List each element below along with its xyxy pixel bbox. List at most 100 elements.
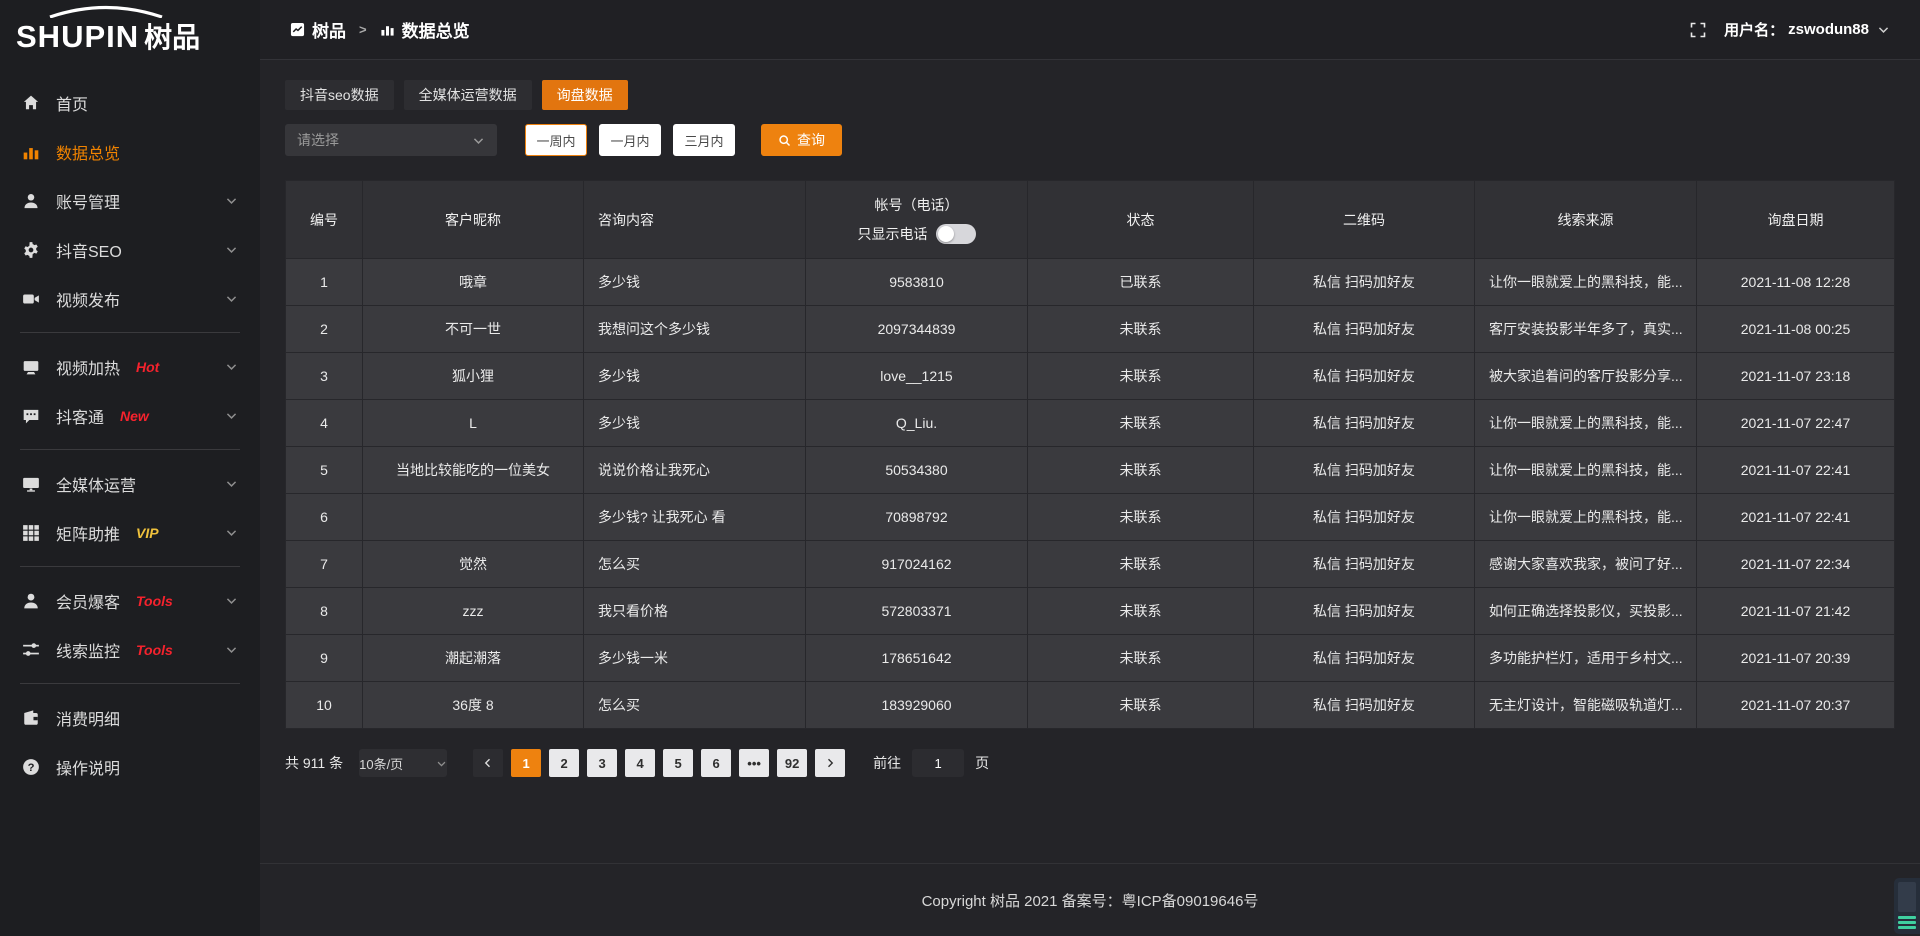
cell-source-link[interactable]: 让你一眼就爱上的黑科技，能...: [1475, 259, 1697, 306]
goto-page-input[interactable]: 1: [912, 749, 964, 777]
cell-qrcode-link[interactable]: 私信 扫码加好友: [1254, 400, 1475, 447]
sidebar-item-operation-guide[interactable]: ?操作说明: [0, 742, 260, 791]
cell-date: 2021-11-07 20:39: [1697, 635, 1895, 682]
page-button-4[interactable]: 4: [625, 749, 655, 777]
sidebar-item-matrix-boost[interactable]: 矩阵助推VIP: [0, 508, 260, 557]
fullscreen-icon[interactable]: [1690, 22, 1706, 38]
chart-square-icon: [290, 22, 305, 37]
sidebar-item-home[interactable]: 首页: [0, 78, 260, 127]
table-row: 1哦章多少钱9583810已联系私信 扫码加好友让你一眼就爱上的黑科技，能...…: [286, 259, 1895, 306]
range-button-0[interactable]: 一周内: [525, 124, 587, 156]
sidebar-item-label: 账号管理: [56, 189, 120, 213]
breadcrumb-separator: >: [359, 22, 367, 37]
topbar-right: 用户名：zswodun88: [1690, 19, 1890, 40]
sidebar-item-label: 首页: [56, 91, 88, 115]
content: 抖音seo数据全媒体运营数据询盘数据 请选择 一周内一月内三月内 查询 编号客户…: [260, 60, 1920, 863]
cell-qrcode-link[interactable]: 私信 扫码加好友: [1254, 541, 1475, 588]
sidebar-item-douketong[interactable]: 抖客通New: [0, 391, 260, 440]
cell-date: 2021-11-07 23:18: [1697, 353, 1895, 400]
chevron-down-icon: [225, 477, 238, 490]
tab-omni-media-data[interactable]: 全媒体运营数据: [404, 80, 532, 110]
cell-source-link[interactable]: 让你一眼就爱上的黑科技，能...: [1475, 400, 1697, 447]
cell-id: 6: [286, 494, 363, 541]
cell-source-link[interactable]: 让你一眼就爱上的黑科技，能...: [1475, 494, 1697, 541]
prev-page-button[interactable]: [473, 749, 503, 777]
sidebar-divider: [20, 683, 240, 684]
cell-source-link[interactable]: 感谢大家喜欢我家，被问了好...: [1475, 541, 1697, 588]
breadcrumb-item-home[interactable]: 树品: [312, 17, 346, 42]
goto-page-suffix: 页: [975, 753, 989, 773]
cell-nickname: 36度 8: [363, 682, 584, 729]
cell-source-link[interactable]: 让你一眼就爱上的黑科技，能...: [1475, 447, 1697, 494]
page-button-6[interactable]: 6: [701, 749, 731, 777]
copyright-text: Copyright 树品 2021 备案号：粤ICP备09019646号: [922, 890, 1259, 911]
chevron-left-icon: [482, 757, 494, 769]
question-icon: ?: [22, 758, 40, 776]
cell-source-link[interactable]: 客厅安装投影半年多了，真实...: [1475, 306, 1697, 353]
cell-date: 2021-11-07 20:37: [1697, 682, 1895, 729]
sidebar-item-badge: VIP: [136, 525, 159, 541]
cell-source-link[interactable]: 如何正确选择投影仪，买投影...: [1475, 588, 1697, 635]
cell-source-link[interactable]: 无主灯设计，智能磁吸轨道灯...: [1475, 682, 1697, 729]
cell-qrcode-link[interactable]: 私信 扫码加好友: [1254, 353, 1475, 400]
column-header-4: 状态: [1028, 181, 1254, 259]
sidebar-item-label: 线索监控: [56, 638, 120, 662]
cell-qrcode-link[interactable]: 私信 扫码加好友: [1254, 494, 1475, 541]
filter-bar: 请选择 一周内一月内三月内 查询: [285, 124, 1895, 156]
sidebar-item-video-publish[interactable]: 视频发布: [0, 274, 260, 323]
page-button-2[interactable]: 2: [549, 749, 579, 777]
monitor-icon: [22, 475, 40, 493]
page-button-92[interactable]: 92: [777, 749, 807, 777]
user-menu[interactable]: 用户名：zswodun88: [1724, 19, 1890, 40]
chevron-down-icon: [225, 194, 238, 207]
grid-icon: [22, 524, 40, 542]
page-button-1[interactable]: 1: [511, 749, 541, 777]
sidebar-item-account-management[interactable]: 账号管理: [0, 176, 260, 225]
cell-source-link[interactable]: 被大家追着问的客厅投影分享...: [1475, 353, 1697, 400]
cell-content: 我想问这个多少钱: [584, 306, 806, 353]
page-size-select[interactable]: 10条/页: [359, 749, 447, 777]
sidebar-item-member-baoke[interactable]: 会员爆客Tools: [0, 576, 260, 625]
chevron-right-icon: [824, 757, 836, 769]
sidebar-item-label: 消费明细: [56, 706, 120, 730]
cell-account: 178651642: [806, 635, 1028, 682]
sidebar-item-consumption-detail[interactable]: 消费明细: [0, 693, 260, 742]
cell-qrcode-link[interactable]: 私信 扫码加好友: [1254, 588, 1475, 635]
cell-qrcode-link[interactable]: 私信 扫码加好友: [1254, 635, 1475, 682]
chart-bar-icon: [22, 143, 40, 161]
cell-qrcode-link[interactable]: 私信 扫码加好友: [1254, 259, 1475, 306]
logo-arc: [46, 5, 166, 18]
table-row: 6多少钱? 让我死心 看70898792未联系私信 扫码加好友让你一眼就爱上的黑…: [286, 494, 1895, 541]
page-button-3[interactable]: 3: [587, 749, 617, 777]
query-button[interactable]: 查询: [761, 124, 842, 156]
cell-content: 多少钱: [584, 400, 806, 447]
account-select[interactable]: 请选择: [285, 124, 497, 156]
column-header-0: 编号: [286, 181, 363, 259]
range-button-1[interactable]: 一月内: [599, 124, 661, 156]
tab-douyin-seo-data[interactable]: 抖音seo数据: [285, 80, 394, 110]
range-button-2[interactable]: 三月内: [673, 124, 735, 156]
cell-qrcode-link[interactable]: 私信 扫码加好友: [1254, 682, 1475, 729]
sidebar-item-omni-media[interactable]: 全媒体运营: [0, 459, 260, 508]
cell-qrcode-link[interactable]: 私信 扫码加好友: [1254, 306, 1475, 353]
sidebar-item-data-overview[interactable]: 数据总览: [0, 127, 260, 176]
column-header-7: 询盘日期: [1697, 181, 1895, 259]
inquiry-table: 编号客户昵称咨询内容帐号（电话）只显示电话状态二维码线索来源询盘日期 1哦章多少…: [285, 180, 1895, 729]
chat-widget[interactable]: [1894, 878, 1920, 934]
cell-content: 怎么买: [584, 682, 806, 729]
sidebar-item-douyin-seo[interactable]: 抖音SEO: [0, 225, 260, 274]
sidebar-item-label: 数据总览: [56, 140, 120, 164]
cell-qrcode-link[interactable]: 私信 扫码加好友: [1254, 447, 1475, 494]
page-button-5[interactable]: 5: [663, 749, 693, 777]
page-ellipsis-button[interactable]: •••: [739, 749, 769, 777]
tv-icon: [22, 358, 40, 376]
tab-inquiry-data[interactable]: 询盘数据: [542, 80, 628, 110]
logo-text-en: SHUPIN: [16, 19, 139, 54]
cell-account: 2097344839: [806, 306, 1028, 353]
cell-status: 未联系: [1028, 635, 1254, 682]
next-page-button[interactable]: [815, 749, 845, 777]
sidebar-item-video-heat[interactable]: 视频加热Hot: [0, 342, 260, 391]
cell-source-link[interactable]: 多功能护栏灯，适用于乡村文...: [1475, 635, 1697, 682]
sidebar-item-clue-monitor[interactable]: 线索监控Tools: [0, 625, 260, 674]
phone-only-toggle[interactable]: [936, 224, 976, 244]
